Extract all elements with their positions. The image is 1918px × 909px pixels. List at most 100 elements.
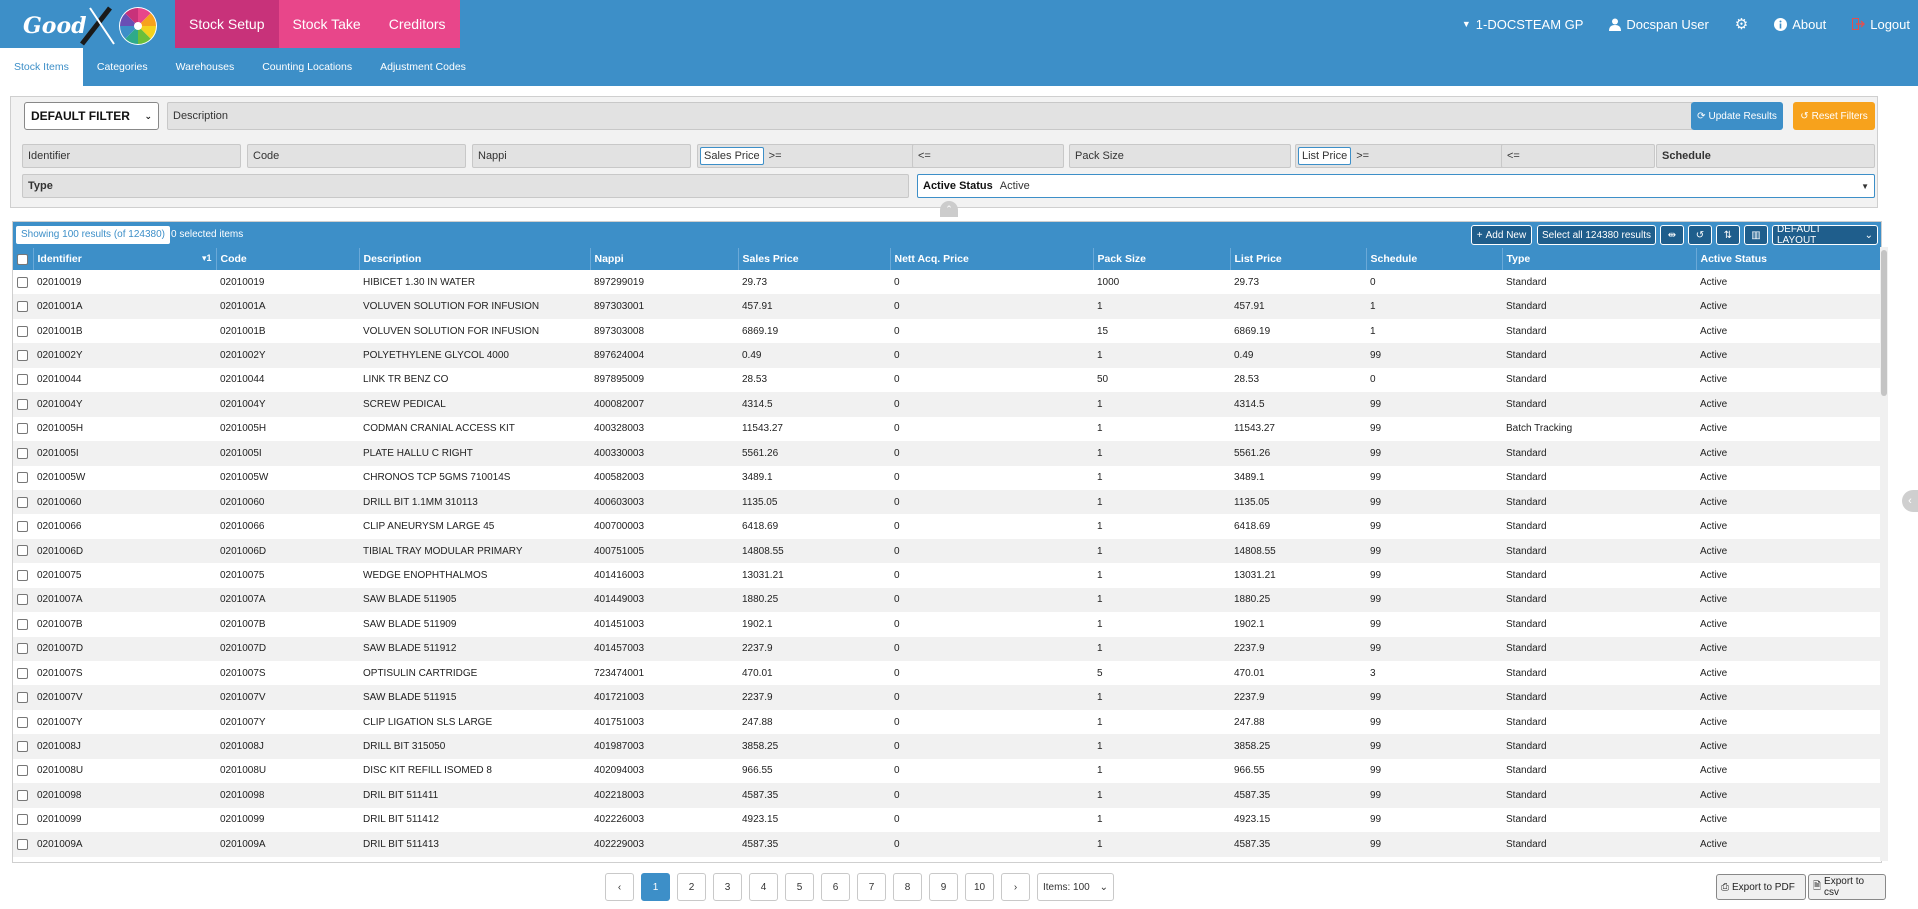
table-row[interactable]: 0201007V 0201007V SAW BLADE 511915 40172100… bbox=[13, 685, 1881, 710]
row-checkbox[interactable] bbox=[17, 594, 28, 606]
sort-button[interactable]: ⇅ bbox=[1716, 225, 1740, 245]
row-checkbox-cell[interactable] bbox=[13, 734, 33, 759]
tab-warehouses[interactable]: Warehouses bbox=[162, 48, 249, 86]
table-row[interactable]: 0201001B 0201001B VOLUVEN SOLUTION FOR INF… bbox=[13, 319, 1881, 343]
tab-stock-items[interactable]: Stock Items bbox=[0, 48, 83, 86]
table-row[interactable]: 0201007B 0201007B SAW BLADE 511909 40145100… bbox=[13, 612, 1881, 636]
row-checkbox-cell[interactable] bbox=[13, 563, 33, 587]
table-row[interactable]: 0201007Y 0201007Y CLIP LIGATION SLS LARGE 4… bbox=[13, 710, 1881, 734]
logout-link[interactable]: Logout bbox=[1852, 17, 1910, 32]
practice-dropdown[interactable]: ▼ 1-DOCSTEAM GP bbox=[1462, 17, 1584, 32]
row-checkbox-cell[interactable] bbox=[13, 710, 33, 734]
next-page-button[interactable]: › bbox=[1001, 873, 1030, 901]
row-checkbox-cell[interactable] bbox=[13, 636, 33, 661]
row-checkbox-cell[interactable] bbox=[13, 294, 33, 319]
row-checkbox[interactable] bbox=[17, 521, 28, 533]
table-row[interactable]: 0201005W 0201005W CHRONOS TCP 5GMS 710014S… bbox=[13, 466, 1881, 490]
user-menu[interactable]: Docspan User bbox=[1609, 17, 1709, 32]
row-checkbox[interactable] bbox=[17, 301, 28, 313]
table-row[interactable]: 0201007S 0201007S OPTISULIN CARTRIDGE 72347… bbox=[13, 661, 1881, 685]
items-per-page-select[interactable]: Items: 100 ⌄ bbox=[1037, 873, 1114, 901]
row-checkbox[interactable] bbox=[17, 838, 28, 850]
table-row[interactable]: 0201005H 0201005H CODMAN CRANIAL ACCESS KI… bbox=[13, 417, 1881, 441]
row-checkbox-cell[interactable] bbox=[13, 808, 33, 832]
row-checkbox-cell[interactable] bbox=[13, 270, 33, 294]
page-3-button[interactable]: 3 bbox=[713, 873, 742, 901]
col-active-status[interactable]: Active Status bbox=[1695, 248, 1881, 270]
row-checkbox-cell[interactable] bbox=[13, 466, 33, 490]
col-description[interactable]: Description bbox=[358, 248, 590, 270]
row-checkbox[interactable] bbox=[17, 349, 28, 361]
table-row[interactable]: 0201005I 0201005I PLATE HALLU C RIGHT 40033… bbox=[13, 441, 1881, 466]
table-row[interactable]: 0201006D 0201006D TIBIAL TRAY MODULAR PRIM… bbox=[13, 538, 1881, 564]
tab-categories[interactable]: Categories bbox=[83, 48, 162, 86]
row-checkbox[interactable] bbox=[17, 398, 28, 410]
table-row[interactable]: 02010019 02010019 HIBICET 1.30 IN WATER 897… bbox=[13, 270, 1881, 294]
row-checkbox-cell[interactable] bbox=[13, 441, 33, 466]
col-schedule[interactable]: Schedule bbox=[1365, 248, 1502, 270]
row-checkbox[interactable] bbox=[17, 814, 28, 826]
row-checkbox-cell[interactable] bbox=[13, 661, 33, 685]
row-checkbox-cell[interactable] bbox=[13, 392, 33, 417]
page-10-button[interactable]: 10 bbox=[965, 873, 994, 901]
row-checkbox-cell[interactable] bbox=[13, 514, 33, 538]
row-checkbox-cell[interactable] bbox=[13, 832, 33, 857]
table-row[interactable]: 0201009A 0201009A DRIL BIT 511413 402229003… bbox=[13, 832, 1881, 857]
code-filter[interactable]: Code bbox=[247, 144, 466, 168]
table-row[interactable]: 02010060 02010060 DRILL BIT 1.1MM 310113 40… bbox=[13, 489, 1881, 515]
row-checkbox[interactable] bbox=[17, 789, 28, 801]
select-all-button[interactable]: Select all 124380 results bbox=[1537, 225, 1656, 245]
col-type[interactable]: Type bbox=[1501, 248, 1696, 270]
goodx-logo[interactable]: Good bbox=[20, 6, 170, 46]
columns-button[interactable]: ▥ bbox=[1744, 225, 1768, 245]
row-checkbox[interactable] bbox=[17, 496, 28, 508]
row-checkbox[interactable] bbox=[17, 667, 28, 679]
tab-adjustment-codes[interactable]: Adjustment Codes bbox=[366, 48, 480, 86]
active-status-select[interactable]: Active Status Active ▼ bbox=[917, 174, 1875, 198]
col-identifier[interactable]: Identifier ▾1 bbox=[32, 248, 216, 270]
table-row[interactable]: 0201002Y 0201002Y POLYETHYLENE GLYCOL 4000… bbox=[13, 343, 1881, 368]
nappi-filter[interactable]: Nappi bbox=[472, 144, 691, 168]
table-row[interactable]: 0201007D 0201007D SAW BLADE 511912 40145700… bbox=[13, 636, 1881, 661]
side-panel-toggle[interactable]: ‹ bbox=[1902, 490, 1918, 512]
row-checkbox[interactable] bbox=[17, 643, 28, 655]
row-checkbox-cell[interactable] bbox=[13, 612, 33, 636]
row-checkbox[interactable] bbox=[17, 276, 28, 288]
page-6-button[interactable]: 6 bbox=[821, 873, 850, 901]
row-checkbox[interactable] bbox=[17, 472, 28, 484]
description-filter[interactable]: Description bbox=[167, 102, 1693, 130]
row-checkbox[interactable] bbox=[17, 569, 28, 581]
prev-page-button[interactable]: ‹ bbox=[605, 873, 634, 901]
schedule-filter[interactable]: Schedule bbox=[1656, 144, 1875, 168]
table-row[interactable]: 0201004Y 0201004Y SCREW PEDICAL 400082007 43… bbox=[13, 392, 1881, 417]
col-list-price[interactable]: List Price bbox=[1229, 248, 1366, 270]
col-nappi[interactable]: Nappi bbox=[589, 248, 738, 270]
table-row[interactable]: 02010066 02010066 CLIP ANEURYSM LARGE 45 40… bbox=[13, 514, 1881, 538]
table-row[interactable]: 0201008J 0201008J DRILL BIT 315050 40198700… bbox=[13, 734, 1881, 759]
table-row[interactable]: 0201001A 0201001A VOLUVEN SOLUTION FOR INF… bbox=[13, 294, 1881, 319]
page-7-button[interactable]: 7 bbox=[857, 873, 886, 901]
row-checkbox[interactable] bbox=[17, 765, 28, 777]
nav-stock-setup[interactable]: Stock Setup bbox=[175, 0, 279, 48]
row-checkbox[interactable] bbox=[17, 423, 28, 435]
add-new-button[interactable]: + Add New bbox=[1471, 225, 1532, 245]
export-pdf-button[interactable]: ⎙ Export to PDF bbox=[1716, 874, 1806, 900]
select-all-checkbox[interactable] bbox=[17, 253, 28, 265]
row-checkbox[interactable] bbox=[17, 374, 28, 386]
reset-layout-button[interactable]: ↺ bbox=[1688, 225, 1712, 245]
select-all-header[interactable] bbox=[13, 248, 33, 270]
pack-size-filter[interactable]: Pack Size bbox=[1069, 144, 1291, 168]
about-link[interactable]: About bbox=[1774, 17, 1826, 32]
table-row[interactable]: 02010044 02010044 LINK TR BENZ CO 897895009… bbox=[13, 368, 1881, 392]
page-8-button[interactable]: 8 bbox=[893, 873, 922, 901]
page-1-button[interactable]: 1 bbox=[641, 873, 670, 901]
row-checkbox-cell[interactable] bbox=[13, 489, 33, 515]
row-checkbox[interactable] bbox=[17, 618, 28, 630]
page-4-button[interactable]: 4 bbox=[749, 873, 778, 901]
layout-select[interactable]: DEFAULT LAYOUT ⌄ bbox=[1772, 224, 1878, 246]
sales-price-lte-input[interactable]: <= bbox=[912, 144, 1064, 168]
fit-columns-button[interactable]: ⇹ bbox=[1660, 225, 1684, 245]
row-checkbox[interactable] bbox=[17, 325, 28, 337]
row-checkbox-cell[interactable] bbox=[13, 417, 33, 441]
collapse-filters-button[interactable]: ⌃ bbox=[940, 201, 958, 217]
